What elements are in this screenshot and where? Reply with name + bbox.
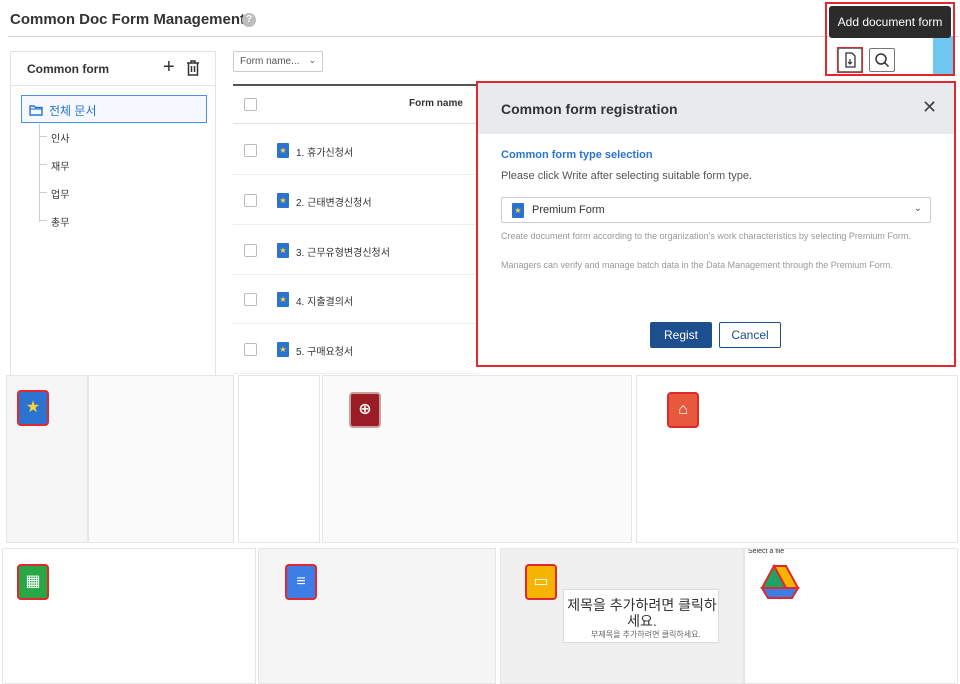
google-slides-icon[interactable]: ▭ <box>525 564 557 600</box>
modal-note-2: Managers can verify and manage batch dat… <box>501 260 893 270</box>
premium-form-icon: ★ <box>277 143 289 158</box>
cancel-button[interactable]: Cancel <box>719 322 781 348</box>
tree-item-finance[interactable]: 재무 <box>51 158 69 173</box>
premium-form-icon: ★ <box>277 243 289 258</box>
google-docs-icon[interactable]: ≡ <box>285 564 317 600</box>
tree-connector <box>39 192 47 193</box>
sidebar: Common form + 전체 문서 인사 재무 업무 총무 <box>10 51 216 381</box>
modal-note-1: Create document form according to the or… <box>501 231 911 241</box>
form-type-select[interactable]: ★ Premium Form ⌄ <box>501 197 931 223</box>
tree-item-hr[interactable]: 인사 <box>51 130 69 145</box>
folder-icon <box>29 105 43 116</box>
sidebar-header: Common form + <box>11 52 215 86</box>
premium-form-icon: ★ <box>277 292 289 307</box>
tree-connector <box>39 164 47 165</box>
row-checkbox[interactable] <box>244 293 257 306</box>
row-form-name[interactable]: 3. 근무유형변경신청서 <box>296 244 390 259</box>
row-form-name[interactable]: 4. 지출결의서 <box>296 293 353 308</box>
table-row[interactable]: ★ 1. 휴가신청서 <box>233 125 479 175</box>
chevron-down-icon: ⌄ <box>913 203 922 214</box>
sidebar-title: Common form <box>27 62 109 76</box>
google-sheets-icon[interactable]: ▦ <box>17 564 49 600</box>
row-form-name[interactable]: 2. 근태변경신청서 <box>296 194 372 209</box>
tree-connector <box>39 220 47 221</box>
drive-picker-title: Select a file <box>748 548 785 555</box>
premium-form-type-icon[interactable]: ★ <box>17 390 49 426</box>
form-name-filter[interactable]: Form name... ⌄ <box>233 51 323 72</box>
tree-connector <box>39 136 47 137</box>
row-checkbox[interactable] <box>244 194 257 207</box>
premium-form-icon: ★ <box>277 342 289 357</box>
form-type-section-desc: Please click Write after selecting suita… <box>501 170 753 182</box>
add-document-icon <box>845 52 856 68</box>
search-icon <box>875 53 890 68</box>
add-document-button[interactable] <box>838 48 862 72</box>
form-name-filter-label: Form name... <box>240 56 300 67</box>
table-row[interactable]: ★ 4. 지출결의서 <box>233 274 479 324</box>
trash-icon[interactable] <box>186 60 200 76</box>
premium-form-icon: ★ <box>277 193 289 208</box>
table-row[interactable]: ★ 2. 근태변경신청서 <box>233 175 479 225</box>
tree-item-general-affairs[interactable]: 총무 <box>51 214 69 229</box>
row-checkbox[interactable] <box>244 144 257 157</box>
table-row[interactable]: ★ 3. 근무유형변경신청서 <box>233 225 479 275</box>
tooltip-add-document-form: Add document form <box>829 6 951 38</box>
row-checkbox[interactable] <box>244 343 257 356</box>
form-type-section-title: Common form type selection <box>501 149 653 161</box>
row-form-name[interactable]: 5. 구매요청서 <box>296 343 353 358</box>
web-form-type-icon[interactable]: ⊕ <box>349 392 381 428</box>
help-icon[interactable]: ? <box>242 13 256 27</box>
page-title: Common Doc Form Management <box>10 11 246 28</box>
row-checkbox[interactable] <box>244 244 257 257</box>
tree-item-work[interactable]: 업무 <box>51 186 69 201</box>
preview-premium-form-properties <box>238 375 320 543</box>
tree-root-label: 전체 문서 <box>49 104 97 118</box>
modal-title: Common form registration <box>501 101 678 117</box>
search-button[interactable] <box>869 48 895 72</box>
plus-icon[interactable]: + <box>163 56 175 79</box>
modal-header: Common form registration ✕ <box>478 83 954 134</box>
chevron-down-icon: ⌄ <box>308 55 316 65</box>
slide-title: 제목을 추가하려면 클릭하세요. <box>567 597 717 629</box>
header-divider <box>8 36 958 37</box>
google-drive-icon[interactable] <box>760 564 800 600</box>
tree-root-all-documents[interactable]: 전체 문서 <box>21 95 207 123</box>
table-header: Form name <box>233 86 479 124</box>
preview-premium-form-canvas <box>88 375 234 543</box>
registration-modal: Common form registration ✕ Common form t… <box>476 81 956 367</box>
tree-line <box>39 124 40 222</box>
table-row[interactable]: ★ 5. 구매요청서 <box>233 324 479 374</box>
upload-form-type-icon[interactable]: ⌂ <box>667 392 699 428</box>
select-all-checkbox[interactable] <box>244 98 257 111</box>
slide-subtitle: 부제목을 추가하려면 클릭하세요. <box>591 630 701 639</box>
row-form-name[interactable]: 1. 휴가신청서 <box>296 144 353 159</box>
page-header: Common Doc Form Management ? <box>0 0 960 38</box>
close-icon[interactable]: ✕ <box>922 97 937 118</box>
premium-form-icon: ★ <box>512 203 524 218</box>
form-type-selected: Premium Form <box>532 204 605 216</box>
column-header-form-name: Form name <box>409 98 463 109</box>
regist-button[interactable]: Regist <box>650 322 712 348</box>
